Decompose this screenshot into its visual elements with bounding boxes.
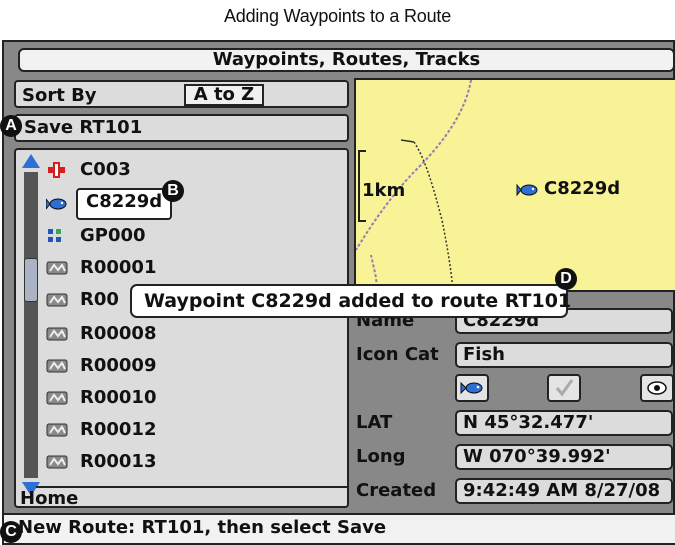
sort-row[interactable]: Sort By A to Z — [14, 80, 349, 108]
list-item-label: R00 — [80, 289, 119, 310]
route-icon — [46, 293, 68, 307]
icon-cat-field[interactable]: Fish — [455, 342, 673, 368]
scroll-up-arrow-icon[interactable] — [22, 154, 40, 168]
lat-field[interactable]: N 45°32.477' — [455, 410, 673, 436]
fish-icon — [46, 198, 67, 210]
callout-a: A — [0, 115, 22, 137]
status-text: New Route: RT101, then select Save — [18, 517, 387, 538]
route-icon — [46, 261, 68, 275]
route-icon — [46, 359, 68, 373]
home-button[interactable]: Home — [20, 488, 78, 509]
checkmark-option[interactable] — [547, 374, 581, 402]
visibility-option[interactable] — [640, 374, 674, 402]
eye-icon — [647, 381, 667, 395]
long-field[interactable]: W 070°39.992' — [455, 444, 673, 470]
list-item-label: R00010 — [80, 387, 157, 408]
callout-b: B — [162, 180, 184, 202]
scrollbar-thumb[interactable] — [24, 258, 38, 302]
save-route-label: Save RT101 — [24, 117, 143, 138]
list-item-label: C003 — [80, 159, 131, 180]
fish-icon — [460, 381, 483, 395]
callout-c: C — [0, 521, 22, 543]
callout-d: D — [555, 268, 577, 290]
route-icon — [46, 455, 68, 469]
lat-label: LAT — [356, 412, 393, 433]
window-title: Waypoints, Routes, Tracks — [18, 48, 675, 72]
map-waypoint-label: C8229d — [544, 178, 621, 199]
route-icon — [46, 391, 68, 405]
created-label: Created — [356, 480, 437, 501]
list-item-label: R00001 — [80, 257, 157, 278]
fish-icon-option[interactable] — [455, 374, 489, 402]
list-item-label: C8229d — [76, 188, 173, 220]
sort-value-select[interactable]: A to Z — [184, 84, 264, 106]
long-label: Long — [356, 446, 406, 467]
route-icon — [46, 327, 68, 341]
fish-icon — [516, 183, 538, 197]
added-waypoint-tooltip: Waypoint C8229d added to route RT101 — [130, 284, 571, 318]
waypoint-list: C003 C8229d GP000 R00001 R00 R00008 R000… — [14, 148, 349, 509]
list-item-label: R00008 — [80, 323, 157, 344]
list-item-label: GP000 — [80, 225, 146, 246]
list-item-label: R00012 — [80, 419, 157, 440]
status-bar: New Route: RT101, then select Save — [4, 513, 675, 543]
checkmark-icon — [555, 379, 574, 397]
list-item-label: R00009 — [80, 355, 157, 376]
scrollbar-track[interactable] — [24, 172, 38, 478]
figure-caption: Adding Waypoints to a Route — [223, 6, 452, 26]
map-view[interactable]: 1km C8229d — [354, 78, 675, 292]
red-cross-icon — [48, 162, 65, 178]
sort-label: Sort By — [22, 85, 97, 106]
map-scale-label: 1km — [362, 180, 406, 201]
created-field: 9:42:49 AM 8/27/08 — [455, 478, 673, 504]
icon-cat-label: Icon Cat — [356, 344, 439, 365]
list-divider — [36, 486, 348, 488]
gp-grid-icon — [48, 229, 61, 242]
list-item-label: R00013 — [80, 451, 157, 472]
route-icon — [46, 423, 68, 437]
save-route-button[interactable]: Save RT101 — [14, 114, 349, 142]
